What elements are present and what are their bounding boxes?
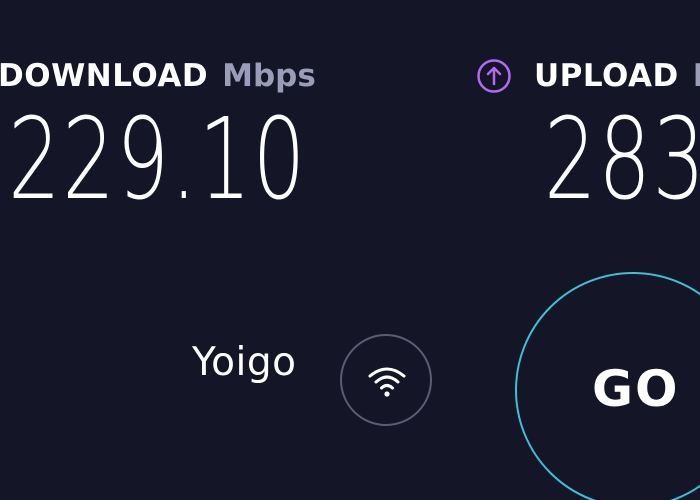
go-button[interactable]: GO [515,272,700,500]
upload-header: UPLOAD M [476,56,700,96]
download-metric: DOWNLOAD Mbps 229.10 [0,56,316,216]
download-value: 229.10 [8,95,307,225]
download-unit: Mbps [222,58,316,94]
upload-value: 283. [544,95,700,225]
connection-type-button[interactable] [340,334,432,426]
download-label: DOWNLOAD [0,58,209,94]
provider-name: Yoigo [192,340,297,385]
download-header: DOWNLOAD Mbps [0,56,316,96]
upload-metric: UPLOAD M 283. [476,56,700,216]
arrow-up-circle-icon [476,58,512,94]
speedtest-screen: DOWNLOAD Mbps 229.10 UPLOAD M 283. Yoigo [0,0,700,500]
upload-unit: M [693,58,700,94]
go-label: GO [592,360,680,418]
upload-label: UPLOAD [534,58,679,94]
wifi-icon [368,367,406,397]
